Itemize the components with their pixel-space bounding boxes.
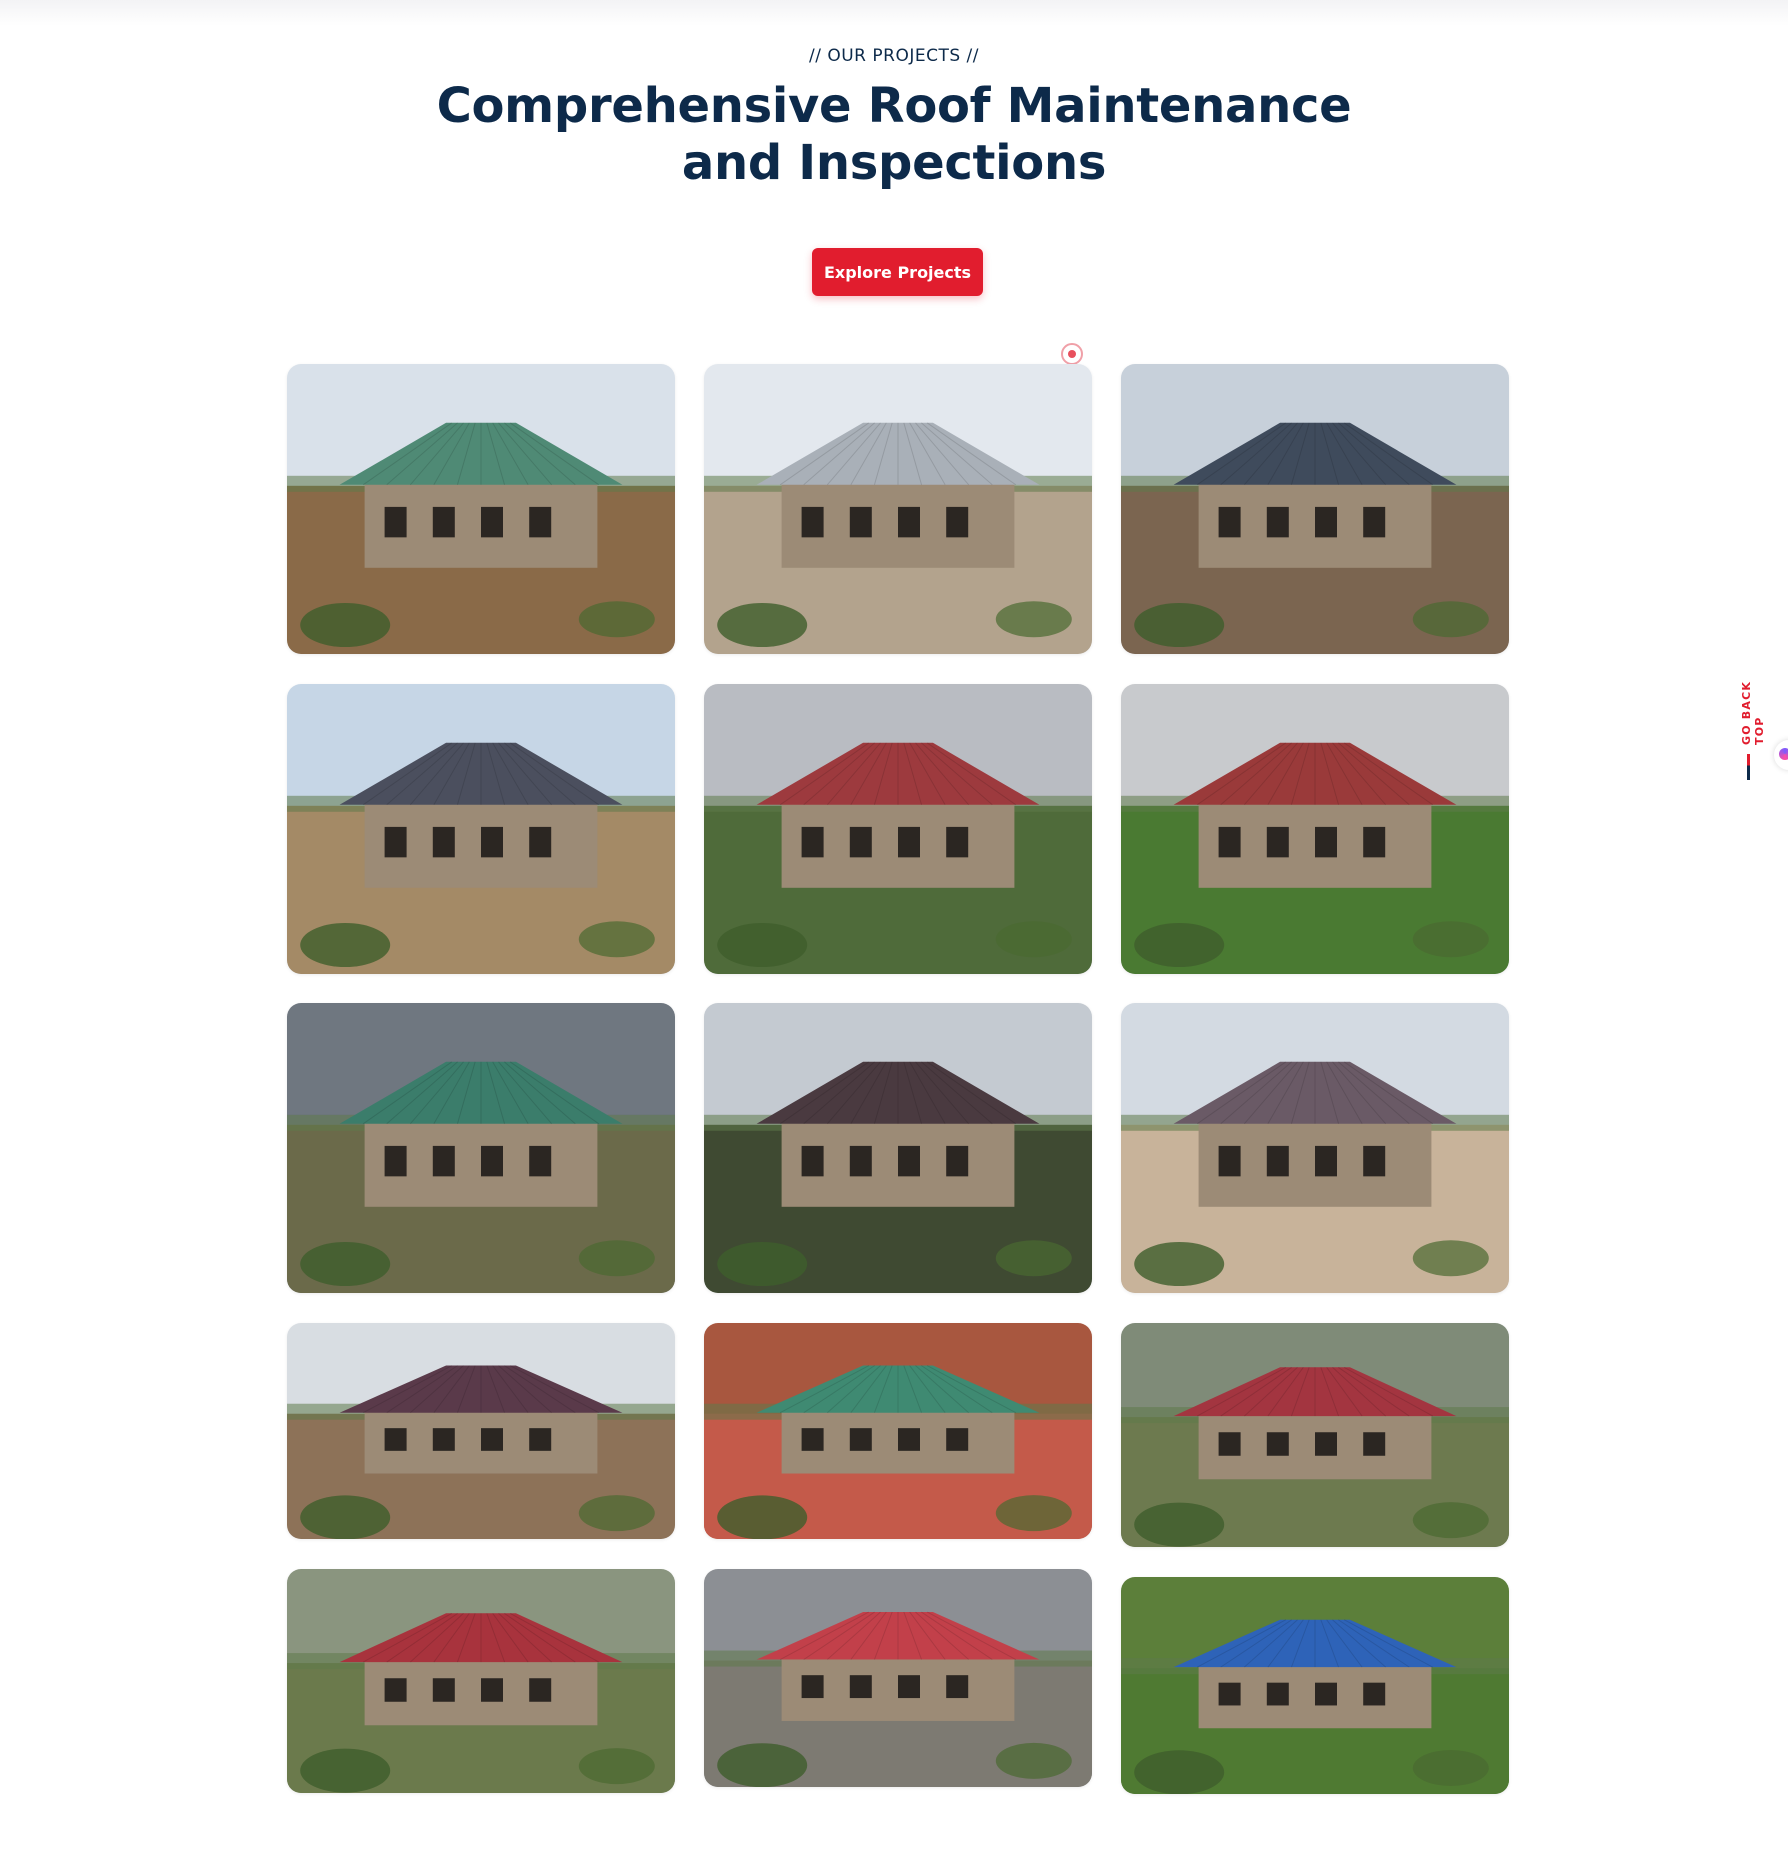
assistant-widget-icon[interactable]	[1774, 740, 1788, 770]
section-title-line-2: and Inspections	[681, 135, 1107, 191]
go-back-top-label: GO BACK TOP	[1740, 680, 1766, 745]
project-photo[interactable]	[704, 1003, 1092, 1293]
project-photo[interactable]	[287, 1003, 675, 1293]
project-photo[interactable]	[1121, 1323, 1509, 1547]
project-photo[interactable]	[287, 1323, 675, 1539]
project-photo[interactable]	[1121, 1577, 1509, 1794]
top-bar	[0, 0, 1788, 26]
project-photo[interactable]	[704, 364, 1092, 654]
section-eyebrow: // OUR PROJECTS //	[808, 46, 979, 66]
section-title: Comprehensive Roof Maintenance and Inspe…	[0, 78, 1788, 192]
section-title-line-1: Comprehensive Roof Maintenance	[436, 78, 1352, 134]
project-photo[interactable]	[704, 684, 1092, 974]
go-back-top-link[interactable]: GO BACK TOP	[1738, 650, 1766, 785]
project-photo[interactable]	[1121, 1003, 1509, 1293]
project-photo[interactable]	[704, 1569, 1092, 1787]
project-photo[interactable]	[1121, 364, 1509, 654]
go-back-top-indicator	[1747, 754, 1750, 780]
project-photo[interactable]	[287, 364, 675, 654]
project-photo[interactable]	[287, 684, 675, 974]
cursor-dot-icon	[1061, 343, 1083, 365]
project-photo[interactable]	[287, 1569, 675, 1793]
project-photo[interactable]	[1121, 684, 1509, 974]
project-photo[interactable]	[704, 1323, 1092, 1539]
explore-projects-button[interactable]: Explore Projects	[812, 248, 983, 296]
